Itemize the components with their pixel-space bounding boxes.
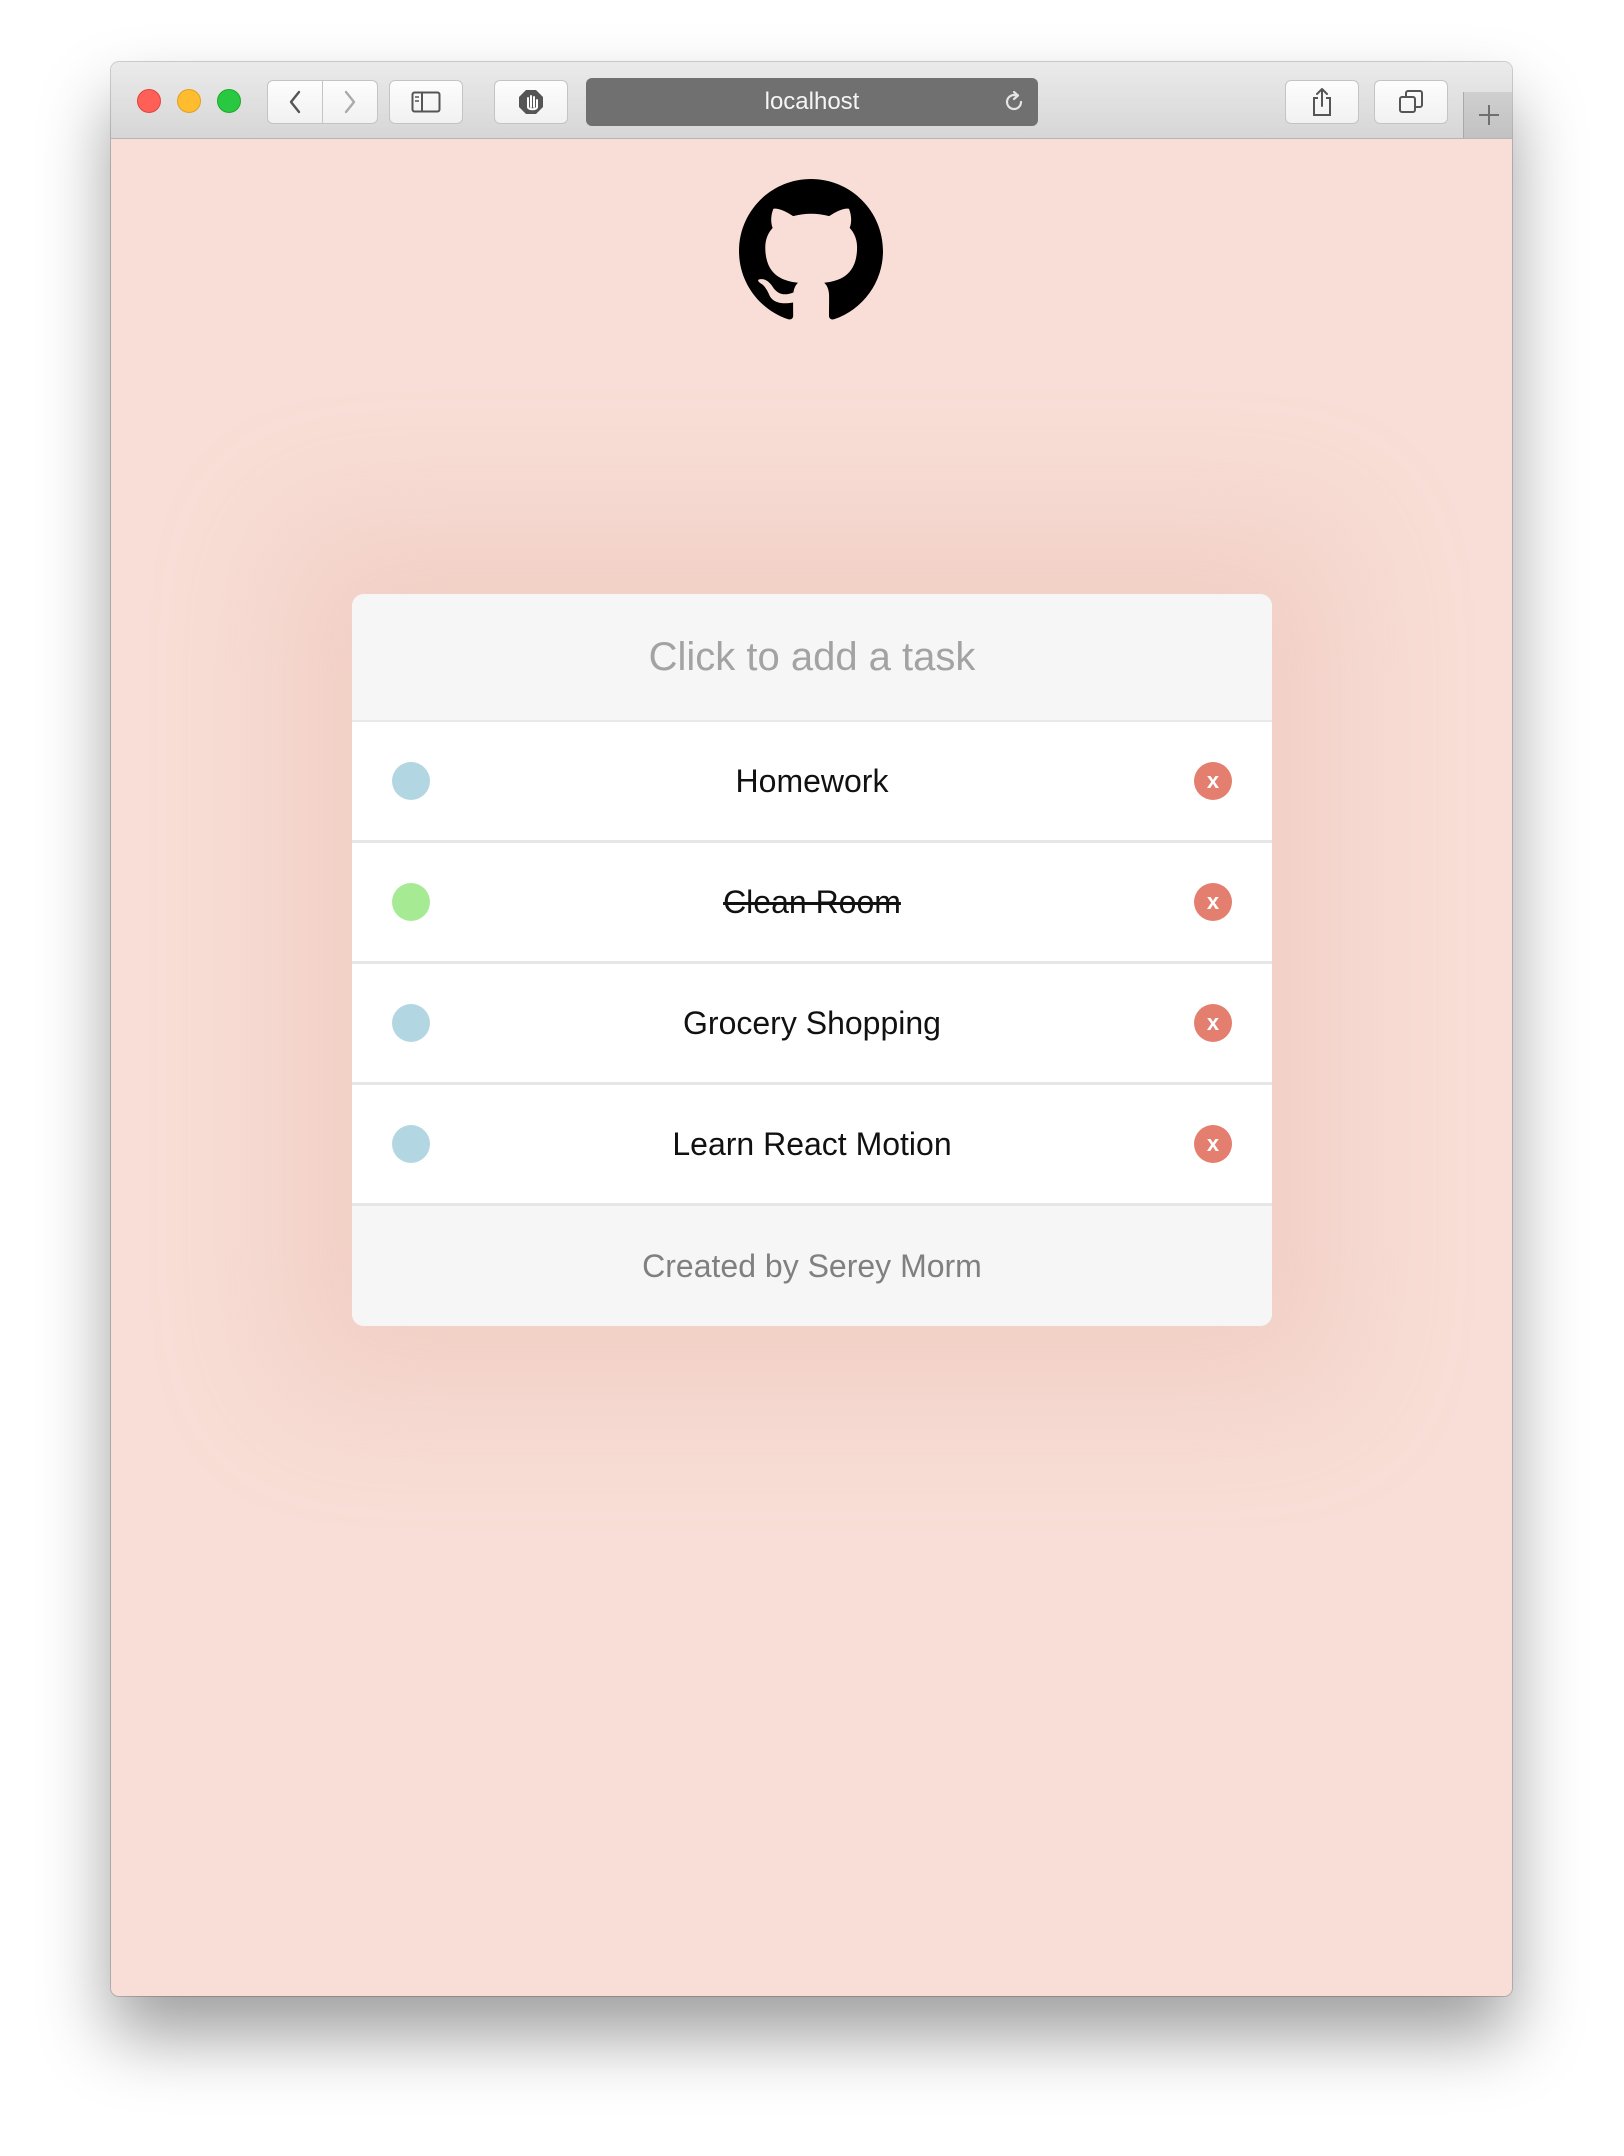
chevron-right-icon	[344, 90, 356, 114]
task-toggle-button[interactable]	[392, 1004, 430, 1042]
task-label: Clean Room	[723, 883, 901, 920]
page-content: Click to add a task Homework x Clean Room x…	[111, 139, 1512, 1996]
tabs-overview-icon	[1399, 90, 1423, 113]
chevron-left-icon	[289, 90, 301, 114]
tabs-overview-button[interactable]	[1374, 80, 1448, 124]
delete-task-button[interactable]: x	[1194, 1004, 1232, 1042]
share-icon	[1313, 88, 1331, 116]
reload-icon	[1005, 90, 1023, 111]
share-button[interactable]	[1285, 80, 1359, 124]
content-blocker-button[interactable]	[494, 80, 568, 124]
close-window-button[interactable]	[137, 89, 161, 113]
reload-button[interactable]	[1002, 90, 1026, 119]
github-icon[interactable]	[739, 179, 883, 323]
add-task-button[interactable]: Click to add a task	[352, 594, 1272, 722]
card-footer: Created by Serey Morm	[352, 1206, 1272, 1326]
task-label: Homework	[735, 762, 889, 799]
back-button[interactable]	[267, 80, 323, 124]
new-tab-button[interactable]	[1463, 92, 1512, 138]
todo-card: Click to add a task Homework x Clean Room x…	[352, 594, 1272, 1326]
browser-window: localhost Click to add a task Homework x C…	[111, 62, 1512, 1996]
task-label: Learn React Motion	[672, 1125, 952, 1162]
sidebar-icon	[411, 91, 441, 113]
hand-shield-icon	[519, 90, 543, 114]
browser-toolbar: localhost	[111, 62, 1512, 139]
address-bar[interactable]: localhost	[586, 78, 1038, 126]
task-item: Homework x	[352, 722, 1272, 843]
add-task-prompt: Click to add a task	[648, 634, 976, 679]
forward-button[interactable]	[322, 80, 378, 124]
footer-credit: Created by Serey Morm	[642, 1247, 982, 1284]
plus-icon	[1478, 105, 1499, 125]
task-toggle-button[interactable]	[392, 1125, 430, 1163]
url-text: localhost	[764, 88, 860, 115]
task-label: Grocery Shopping	[683, 1004, 941, 1041]
task-item: Grocery Shopping x	[352, 964, 1272, 1085]
task-toggle-button[interactable]	[392, 762, 430, 800]
task-toggle-button[interactable]	[392, 883, 430, 921]
minimize-window-button[interactable]	[177, 89, 201, 113]
task-item: Clean Room x	[352, 843, 1272, 964]
sidebar-toggle-button[interactable]	[389, 80, 463, 124]
delete-task-button[interactable]: x	[1194, 883, 1232, 921]
zoom-window-button[interactable]	[217, 89, 241, 113]
task-item: Learn React Motion x	[352, 1085, 1272, 1206]
task-list: Homework x Clean Room x Grocery Shopping x Lea…	[352, 722, 1272, 1206]
delete-task-button[interactable]: x	[1194, 1125, 1232, 1163]
delete-task-button[interactable]: x	[1194, 762, 1232, 800]
